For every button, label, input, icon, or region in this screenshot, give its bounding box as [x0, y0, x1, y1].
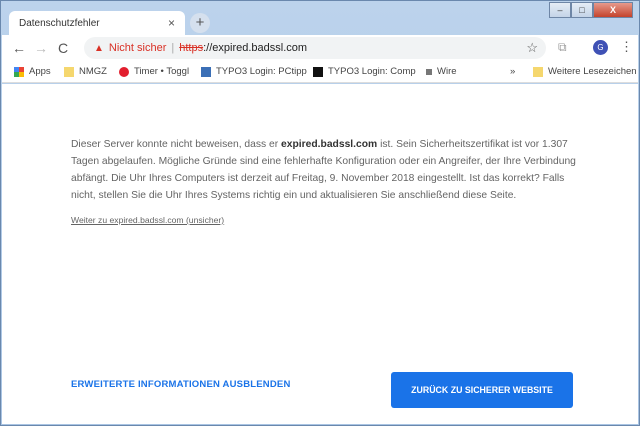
bookmark-nmgz[interactable]: NMGZ — [64, 66, 107, 77]
close-window-button[interactable]: X — [593, 2, 633, 18]
bookmark-wire[interactable]: Wire — [426, 66, 457, 77]
hide-details-button[interactable]: ERWEITERTE INFORMATIONEN AUSBLENDEN — [71, 379, 291, 390]
host-name: expired.badssl.com — [281, 139, 378, 150]
bookmark-toggl[interactable]: Timer • Toggl — [119, 66, 189, 77]
tab-active[interactable]: Datenschutzfehler × — [9, 11, 185, 35]
folder-icon — [533, 66, 543, 77]
menu-icon[interactable]: ⋮ — [620, 39, 633, 55]
warning-icon: ▲ — [94, 42, 104, 54]
avatar[interactable]: G — [593, 40, 608, 55]
bookmark-label: Apps — [29, 66, 51, 77]
toolbar: ← → C ▲ Nicht sicher | https://expired.b… — [2, 35, 638, 61]
security-status[interactable]: Nicht sicher — [109, 42, 166, 54]
bookmarks-overflow[interactable]: » — [510, 66, 515, 77]
tab-title: Datenschutzfehler — [19, 18, 100, 29]
bookmark-typo3-comp[interactable]: TYPO3 Login: Comp — [313, 66, 416, 77]
back-to-safety-button[interactable]: ZURÜCK ZU SICHERER WEBSITE — [391, 372, 573, 408]
bookmark-label: Weitere Lesezeichen — [548, 66, 637, 77]
computerworld-icon — [313, 66, 323, 77]
error-explanation: Dieser Server konnte nicht beweisen, das… — [71, 136, 591, 204]
back-icon[interactable]: ← — [8, 40, 30, 56]
window-controls: – □ X — [549, 2, 633, 18]
bookmark-typo3-pctipp[interactable]: TYPO3 Login: PCtipp — [201, 66, 307, 77]
bookmark-label: Wire — [437, 66, 457, 77]
url-scheme: https — [179, 42, 204, 54]
error-page: Dieser Server konnte nicht beweisen, das… — [2, 84, 638, 424]
bookmark-label: TYPO3 Login: Comp — [328, 66, 416, 77]
maximize-button[interactable]: □ — [571, 2, 593, 18]
proceed-unsafe-link[interactable]: Weiter zu expired.badssl.com (unsicher) — [71, 215, 224, 225]
bookmarks-bar: Apps NMGZ Timer • Toggl TYPO3 Login: PCt… — [2, 61, 638, 83]
folder-icon — [64, 66, 74, 77]
extension-icon[interactable]: ⧉ — [558, 40, 567, 55]
bookmark-label: NMGZ — [79, 66, 107, 77]
bookmark-label: Timer • Toggl — [134, 66, 190, 77]
separator: | — [171, 42, 175, 54]
tab-close-icon[interactable]: × — [168, 16, 175, 30]
bookmark-apps[interactable]: Apps — [14, 66, 51, 77]
toggl-icon — [119, 66, 129, 77]
bookmark-other[interactable]: Weitere Lesezeichen — [533, 66, 637, 77]
bookmark-label: TYPO3 Login: PCtipp — [216, 66, 307, 77]
pctipp-icon — [201, 66, 211, 77]
minimize-button[interactable]: – — [549, 2, 571, 18]
bookmark-star-icon[interactable]: ☆ — [526, 40, 538, 56]
url-host: ://expired.badssl.com — [203, 42, 308, 54]
browser-window: Datenschutzfehler × + – □ X ← → C ▲ Nicht… — [0, 0, 640, 426]
reload-icon[interactable]: C — [52, 40, 74, 56]
address-bar[interactable]: ▲ Nicht sicher | https://expired.badssl.… — [84, 37, 546, 59]
new-tab-button[interactable]: + — [190, 13, 210, 33]
wire-icon — [426, 68, 432, 75]
apps-grid-icon — [14, 66, 24, 77]
text: Dieser Server konnte nicht beweisen, das… — [71, 139, 282, 150]
forward-icon[interactable]: → — [30, 40, 52, 56]
